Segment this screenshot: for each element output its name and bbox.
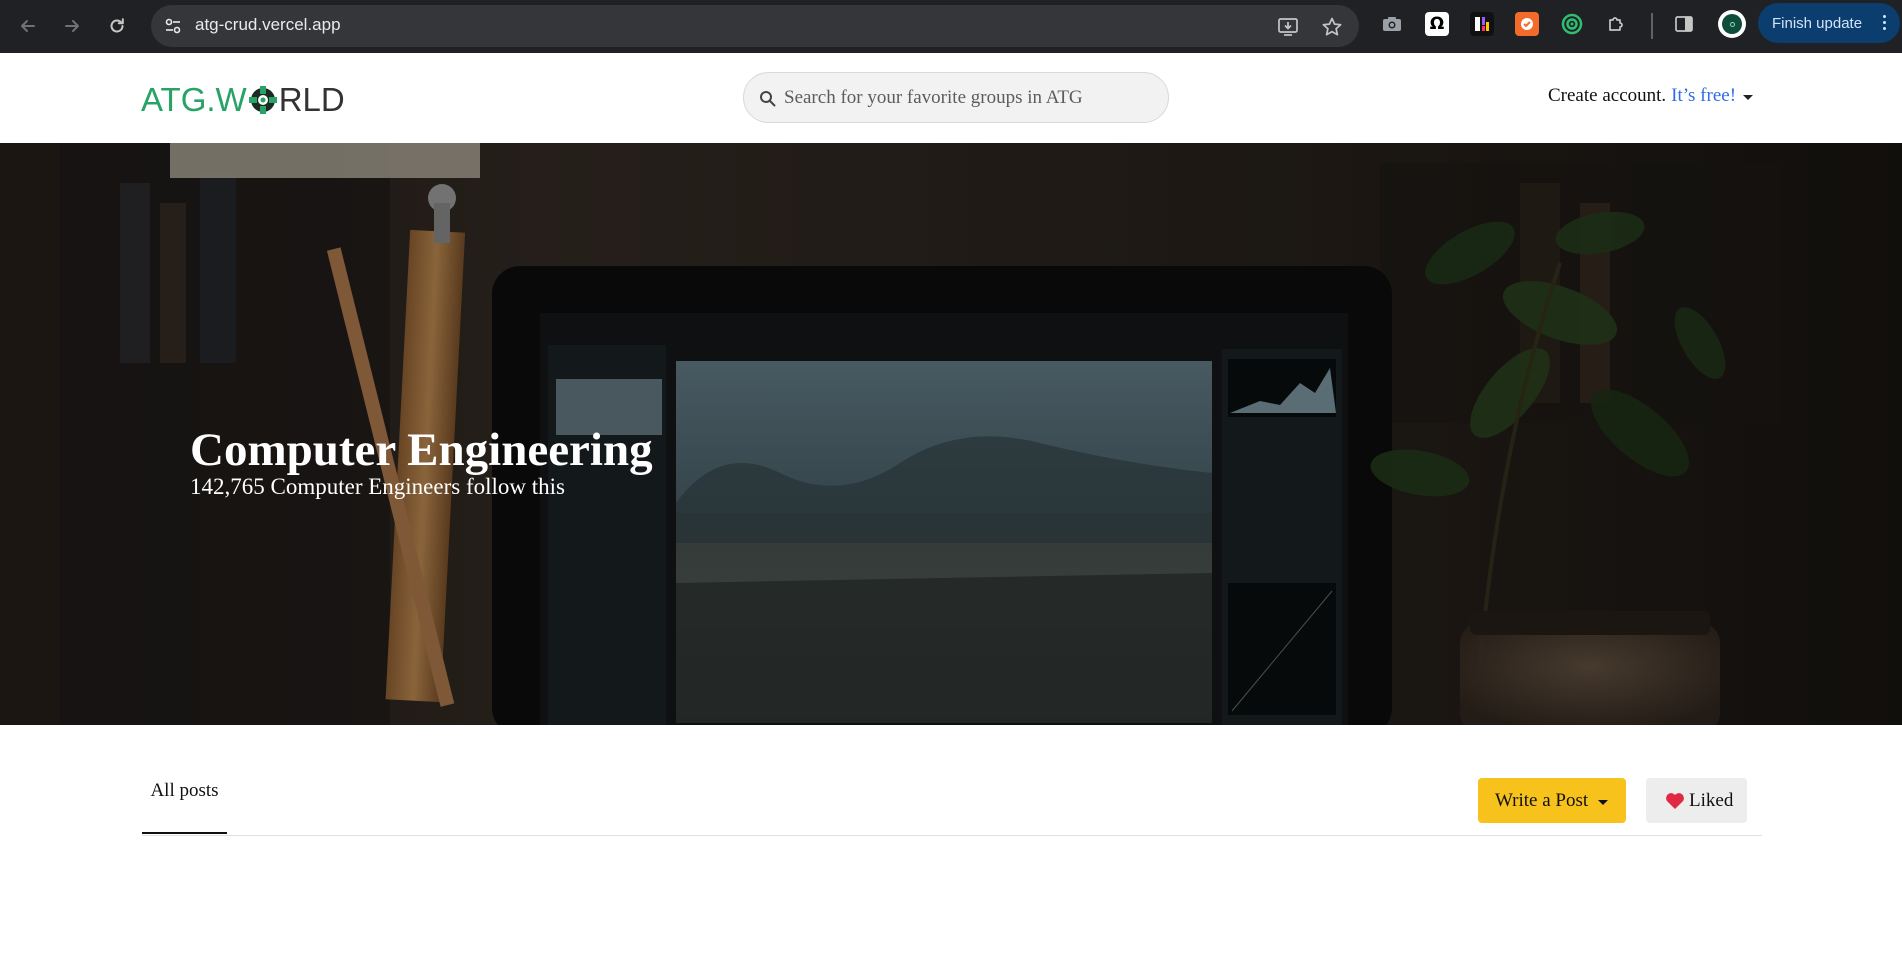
forward-button[interactable] <box>58 12 86 40</box>
install-app-icon[interactable] <box>1277 16 1299 38</box>
notion-like-icon[interactable] <box>1470 12 1494 36</box>
search-icon <box>760 91 776 107</box>
logo-text-left: ATG.W <box>141 81 247 118</box>
group-search-input[interactable]: Search for your favorite groups in ATG <box>743 72 1169 123</box>
finish-update-label: Finish update <box>1772 14 1863 32</box>
target-icon[interactable] <box>1560 12 1584 36</box>
star-icon[interactable] <box>1321 16 1343 38</box>
address-bar[interactable]: atg-crud.vercel.app <box>151 5 1359 47</box>
tab-all-posts-label: All posts <box>150 780 219 801</box>
reload-button[interactable] <box>103 12 131 40</box>
logo-text-right: RLD <box>278 81 345 118</box>
profile-avatar[interactable] <box>1718 10 1746 38</box>
write-post-label: Write a Post <box>1495 789 1589 811</box>
chevron-down-icon <box>1743 95 1754 100</box>
finish-update-button[interactable]: Finish update <box>1758 3 1900 43</box>
avatar <box>1722 14 1742 34</box>
group-follower-count: 142,765 Computer Engineers follow this <box>190 474 565 499</box>
omega-icon[interactable]: Ω <box>1425 12 1449 36</box>
reload-icon <box>110 18 124 33</box>
active-tab-indicator <box>142 832 227 834</box>
tune-icon[interactable] <box>163 16 183 36</box>
create-account-label: Create account. <box>1548 85 1667 106</box>
side-panel-icon[interactable] <box>1672 12 1696 36</box>
atg-world-logo[interactable]: ATG.W RLD <box>141 81 345 118</box>
camera-icon[interactable] <box>1380 12 1404 36</box>
back-button[interactable] <box>14 12 42 40</box>
browser-toolbar: atg-crud.vercel.app Ω Finish update <box>0 0 1902 53</box>
search-placeholder: Search for your favorite groups in ATG <box>784 87 1083 108</box>
group-hero-banner: Computer Engineering 142,765 Computer En… <box>0 143 1902 725</box>
create-account-dropdown[interactable]: Create account. It’s free! <box>1548 85 1754 107</box>
logo-globe-icon <box>248 86 277 114</box>
heart-icon <box>1666 792 1684 809</box>
group-title: Computer Engineering <box>190 424 653 476</box>
liked-label: Liked <box>1689 789 1734 811</box>
orange-extension-icon[interactable] <box>1515 12 1539 36</box>
liked-button[interactable]: Liked <box>1646 778 1747 823</box>
chevron-down-icon <box>1598 799 1609 805</box>
write-post-button[interactable]: Write a Post <box>1478 778 1626 823</box>
toolbar-divider <box>1651 13 1653 39</box>
arrow-left-icon <box>21 20 35 32</box>
tabs-divider <box>142 835 1762 836</box>
url-text[interactable]: atg-crud.vercel.app <box>195 15 341 35</box>
puzzle-icon[interactable] <box>1604 12 1628 36</box>
tab-all-posts[interactable]: All posts <box>142 780 227 835</box>
arrow-right-icon <box>65 20 79 32</box>
kebab-menu-icon[interactable] <box>1883 15 1886 30</box>
free-label: It’s free! <box>1671 85 1737 106</box>
